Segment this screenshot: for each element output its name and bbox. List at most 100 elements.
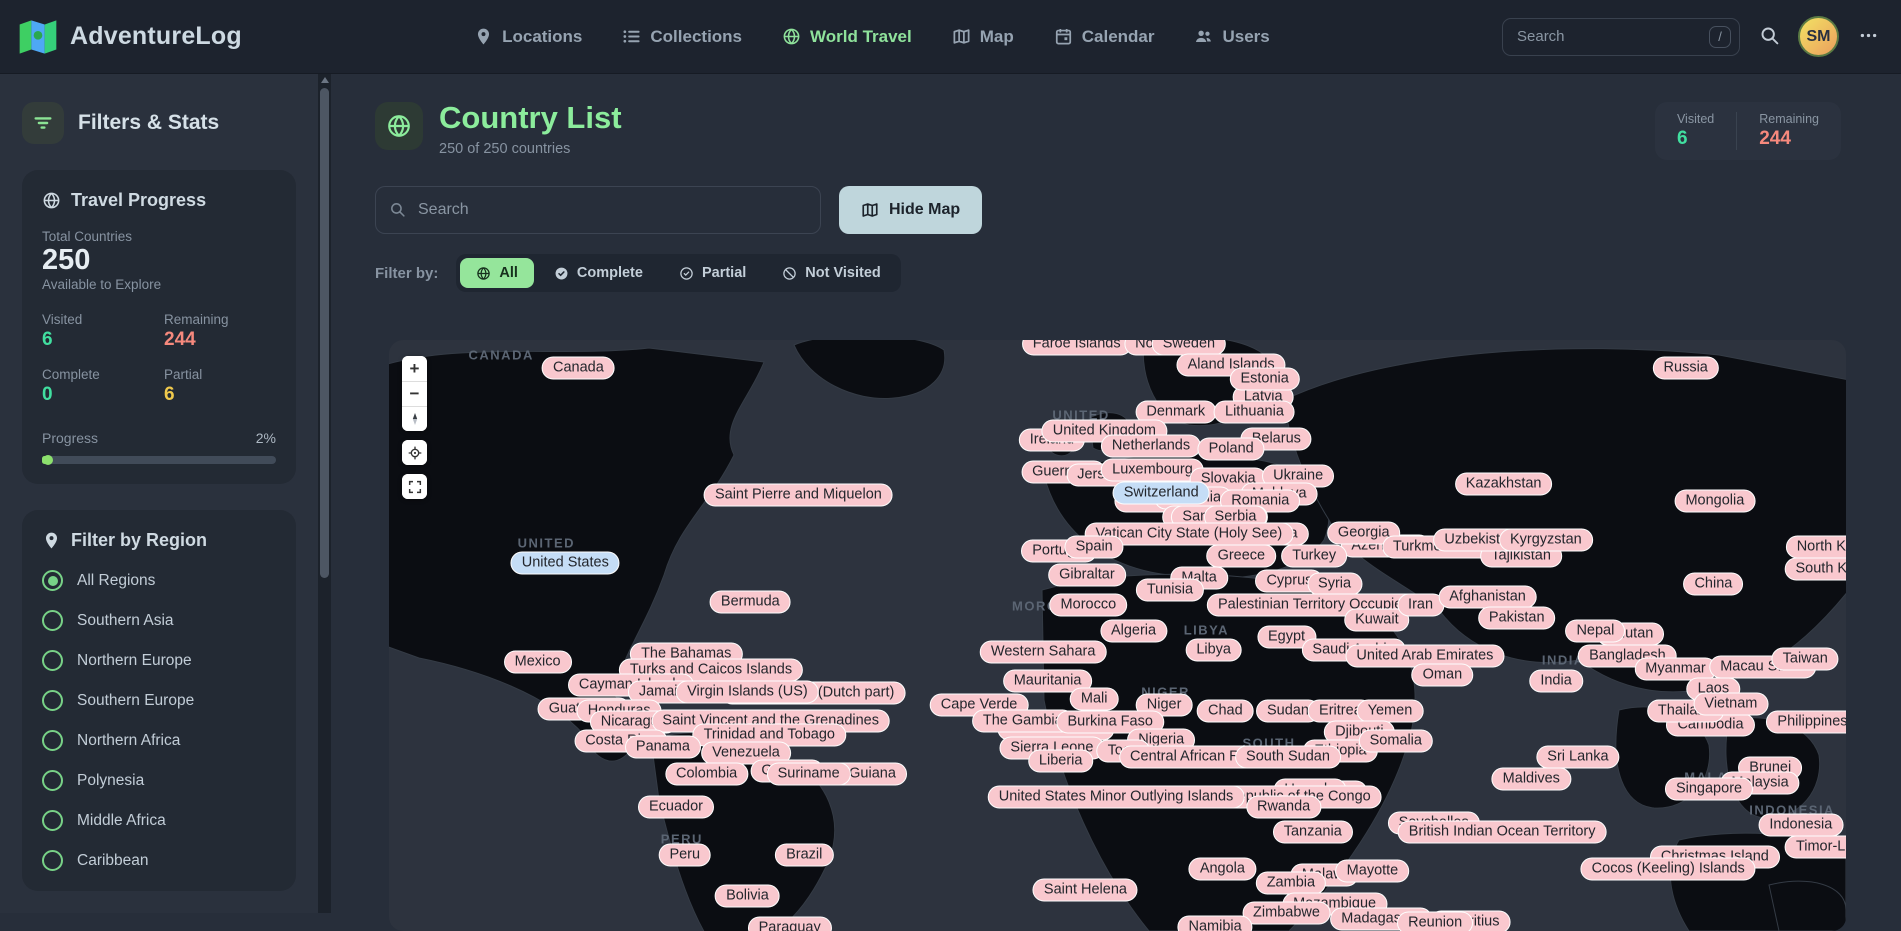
country-pill[interactable]: China — [1683, 573, 1743, 596]
filter-button-not-visited[interactable]: Not Visited — [766, 258, 896, 288]
country-pill[interactable]: Syria — [1307, 573, 1362, 596]
country-pill[interactable]: Spain — [1065, 536, 1124, 559]
country-pill[interactable]: South Korea — [1784, 558, 1846, 581]
filter-button-complete[interactable]: Complete — [538, 258, 659, 288]
country-pill[interactable]: Indonesia — [1758, 814, 1843, 837]
region-option-southern-asia[interactable]: Southern Asia — [42, 610, 276, 631]
country-pill[interactable]: Philippines — [1766, 711, 1846, 734]
country-pill[interactable]: Gibraltar — [1048, 564, 1126, 587]
country-pill[interactable]: Mali — [1070, 688, 1119, 711]
app-logo[interactable]: AdventureLog — [18, 17, 242, 57]
country-pill[interactable]: Estonia — [1229, 368, 1299, 391]
country-pill[interactable]: Tunisia — [1136, 578, 1204, 601]
radio-button[interactable] — [42, 690, 63, 711]
country-search-input[interactable] — [375, 186, 821, 234]
country-pill[interactable]: Liberia — [1028, 750, 1094, 773]
country-pill[interactable]: Bermuda — [710, 591, 791, 614]
country-pill[interactable]: Zambia — [1256, 871, 1326, 894]
nav-item-locations[interactable]: Locations — [474, 27, 582, 47]
country-pill[interactable]: Angola — [1189, 857, 1256, 880]
country-pill[interactable]: Kazakhstan — [1455, 473, 1553, 496]
country-pill[interactable]: Morocco — [1050, 593, 1128, 616]
radio-button[interactable] — [42, 610, 63, 631]
country-pill[interactable]: North Korea — [1786, 536, 1846, 559]
radio-button[interactable] — [42, 650, 63, 671]
country-pill[interactable]: Myanmar — [1634, 657, 1716, 680]
region-option-all-regions[interactable]: All Regions — [42, 570, 276, 591]
nav-item-collections[interactable]: Collections — [622, 27, 742, 47]
country-pill[interactable]: Vietnam — [1693, 693, 1768, 716]
country-pill[interactable]: Iran — [1397, 593, 1444, 616]
country-pill[interactable]: Mexico — [504, 650, 572, 673]
filter-button-all[interactable]: All — [460, 258, 534, 288]
scrollbar-thumb[interactable] — [320, 88, 329, 578]
country-pill[interactable]: Switzerland — [1113, 482, 1210, 505]
nav-item-map[interactable]: Map — [952, 27, 1014, 47]
country-pill[interactable]: Maldives — [1492, 768, 1571, 791]
country-pill[interactable]: Mayotte — [1336, 860, 1410, 883]
country-pill[interactable]: United States — [511, 552, 620, 575]
country-pill[interactable]: British Indian Ocean Territory — [1398, 820, 1607, 843]
country-pill[interactable]: Faroe Islands — [1022, 340, 1132, 355]
country-pill[interactable]: Virgin Islands (US) — [676, 680, 819, 703]
country-pill[interactable]: Chad — [1197, 700, 1254, 723]
country-pill[interactable]: South Sudan — [1235, 746, 1341, 769]
region-option-polynesia[interactable]: Polynesia — [42, 770, 276, 791]
zoom-in-button[interactable]: + — [402, 356, 427, 381]
country-pill[interactable]: Mongolia — [1674, 490, 1755, 513]
region-option-southern-europe[interactable]: Southern Europe — [42, 690, 276, 711]
radio-button[interactable] — [42, 850, 63, 871]
country-pill[interactable]: Rwanda — [1246, 796, 1321, 819]
country-pill[interactable]: Saint Pierre and Miquelon — [704, 484, 893, 507]
fullscreen-button[interactable] — [402, 474, 427, 499]
country-pill[interactable]: Greece — [1207, 545, 1277, 568]
country-pill[interactable]: Algeria — [1100, 620, 1167, 643]
radio-button[interactable] — [42, 770, 63, 791]
country-pill[interactable]: Brazil — [775, 843, 833, 866]
nav-item-world-travel[interactable]: World Travel — [782, 27, 912, 47]
world-map[interactable]: CANADAUNITEDUNITEDMOROCCOLIBYANIGERSOUTH… — [389, 340, 1846, 931]
geolocate-button[interactable] — [402, 440, 427, 465]
country-pill[interactable]: Russia — [1653, 356, 1719, 379]
country-pill[interactable]: Peru — [658, 843, 711, 866]
country-pill[interactable]: Paraguay — [748, 917, 832, 931]
country-pill[interactable]: India — [1529, 670, 1582, 693]
country-pill[interactable]: Kyrgyzstan — [1499, 529, 1593, 552]
country-pill[interactable]: Singapore — [1665, 778, 1753, 801]
country-pill[interactable]: Poland — [1198, 438, 1265, 461]
country-pill[interactable]: Panama — [625, 735, 701, 758]
country-pill[interactable]: Afghanistan — [1438, 586, 1537, 609]
country-pill[interactable]: Nepal — [1565, 620, 1625, 643]
country-pill[interactable]: Somalia — [1359, 729, 1433, 752]
overflow-menu-button[interactable] — [1853, 22, 1883, 52]
sidebar-scrollbar[interactable] — [318, 74, 331, 913]
country-pill[interactable]: Netherlands — [1101, 434, 1201, 457]
country-pill[interactable]: Timor-Leste — [1785, 836, 1846, 859]
filter-button-partial[interactable]: Partial — [663, 258, 762, 288]
country-pill[interactable]: Namibia — [1178, 915, 1253, 931]
zoom-out-button[interactable]: − — [402, 381, 427, 406]
country-pill[interactable]: Turkey — [1281, 545, 1347, 568]
region-option-northern-africa[interactable]: Northern Africa — [42, 730, 276, 751]
country-pill[interactable]: Bolivia — [715, 884, 780, 907]
radio-button[interactable] — [42, 730, 63, 751]
country-pill[interactable]: Reunion — [1397, 911, 1473, 931]
country-pill[interactable]: Yemen — [1357, 700, 1424, 723]
nav-item-users[interactable]: Users — [1194, 27, 1269, 47]
navbar-search-input[interactable] — [1502, 18, 1740, 56]
nav-item-calendar[interactable]: Calendar — [1054, 27, 1155, 47]
country-pill[interactable]: Luxembourg — [1101, 459, 1204, 482]
region-option-northern-europe[interactable]: Northern Europe — [42, 650, 276, 671]
country-pill[interactable]: Western Sahara — [980, 641, 1107, 664]
country-pill[interactable]: Taiwan — [1772, 648, 1839, 671]
country-pill[interactable]: Sweden — [1152, 340, 1226, 355]
country-pill[interactable]: Libya — [1185, 638, 1242, 661]
scrollbar-up-arrow[interactable] — [321, 77, 329, 83]
country-pill[interactable]: Lithuania — [1214, 400, 1295, 423]
radio-button[interactable] — [42, 570, 63, 591]
country-pill[interactable]: Oman — [1412, 664, 1474, 687]
radio-button[interactable] — [42, 810, 63, 831]
region-option-caribbean[interactable]: Caribbean — [42, 850, 276, 871]
search-button[interactable] — [1754, 22, 1784, 52]
region-option-middle-africa[interactable]: Middle Africa — [42, 810, 276, 831]
